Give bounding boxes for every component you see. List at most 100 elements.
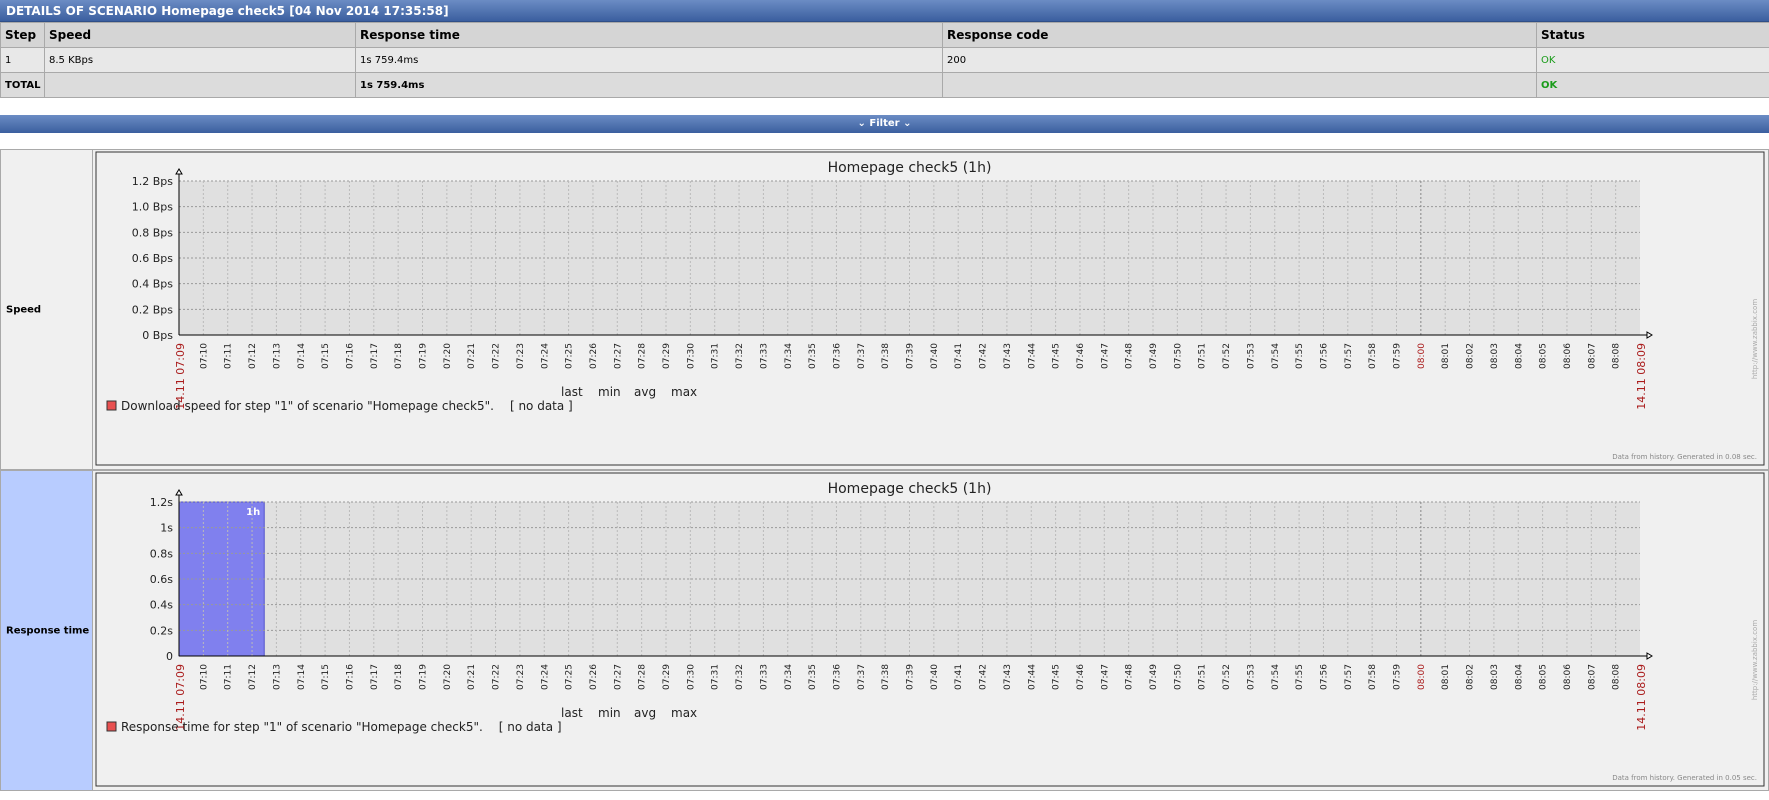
x-tick-label: 07:51	[1198, 664, 1208, 690]
x-tick-label: 07:27	[613, 664, 623, 690]
x-tick-label: 07:28	[638, 664, 648, 690]
x-tick-label: 07:27	[613, 343, 623, 369]
y-tick-label: 0.4 Bps	[132, 278, 174, 291]
x-tick-label: 08:02	[1466, 664, 1476, 690]
x-tick-label: 07:13	[272, 664, 282, 690]
speed-graph[interactable]: Homepage check5 (1h) 0 Bps 0.2 Bps 0.4 Bps 0…	[93, 150, 1768, 469]
x-tick-label: 07:15	[321, 664, 331, 690]
x-tick-label: 07:10	[199, 664, 209, 690]
column-header-status: Status	[1536, 22, 1769, 48]
x-tick-label: 08:04	[1514, 343, 1524, 369]
x-tick-label: 07:41	[954, 343, 964, 369]
x-tick-label: 07:37	[857, 664, 867, 690]
graph-row-speed: Speed Homepage check5 (1h) 0 Bps 0.2 Bps 0.…	[0, 149, 1769, 470]
x-tick-label: 07:26	[589, 343, 599, 369]
legend-header-min: min	[598, 706, 621, 720]
x-tick-label: 07:35	[808, 343, 818, 369]
response-time-graph-container[interactable]: Homepage check5 (1h) 1h 0 0.2s 0.4s 0.6s 0.8s 1…	[93, 471, 1768, 790]
x-tick-label: 07:29	[662, 343, 672, 369]
x-tick-label: 08:01	[1441, 664, 1451, 690]
x-tick-label: 07:52	[1222, 343, 1232, 369]
x-tick-label: 08:04	[1514, 664, 1524, 690]
legend-swatch	[106, 721, 117, 732]
legend-header-avg: avg	[634, 385, 656, 399]
x-tick-label: 07:34	[784, 664, 794, 690]
cell-response-time: 1s 759.4ms	[355, 47, 943, 73]
x-tick-label: 07:33	[759, 343, 769, 369]
x-tick-label: 07:14	[297, 343, 307, 369]
x-tick-label: 07:18	[394, 664, 404, 690]
x-tick-label: 08:01	[1441, 343, 1451, 369]
filter-label: ⌄ Filter ⌄	[857, 118, 912, 129]
x-tick-label: 07:36	[832, 343, 842, 369]
filter-toggle[interactable]: ⌄ Filter ⌄	[0, 115, 1769, 133]
x-tick-label: 08:00	[1417, 664, 1427, 690]
table-header-row: Step Speed Response time Response code S…	[0, 22, 1769, 48]
x-tick-label: 07:23	[516, 343, 526, 369]
x-tick-label: 07:29	[662, 664, 672, 690]
legend-header-avg: avg	[634, 706, 656, 720]
x-tick-label: 07:51	[1198, 343, 1208, 369]
x-tick-label: 07:59	[1393, 664, 1403, 690]
x-tick-label: 07:30	[686, 343, 696, 369]
x-tick-label: 08:06	[1563, 343, 1573, 369]
x-tick-label: 07:39	[906, 343, 916, 369]
scenario-details-header: DETAILS OF SCENARIO Homepage check5 [04 …	[0, 0, 1769, 22]
x-tick-label: 07:28	[638, 343, 648, 369]
legend-no-data: [ no data ]	[499, 720, 562, 734]
cell-speed: 8.5 KBps	[44, 47, 356, 73]
x-tick-label: 07:30	[686, 664, 696, 690]
x-tick-label: 07:54	[1271, 664, 1281, 690]
x-tick-label: 07:49	[1149, 343, 1159, 369]
x-tick-label: 07:20	[443, 664, 453, 690]
legend-header-last: last	[561, 385, 583, 399]
x-tick-label: 07:11	[224, 664, 234, 690]
x-tick-label: 07:45	[1052, 664, 1062, 690]
x-tick-label: 07:12	[248, 664, 258, 690]
graph-watermark: http://www.zabbix.com	[1751, 299, 1759, 379]
x-tick-label: 07:31	[711, 343, 721, 369]
column-header-response-time: Response time	[355, 22, 943, 48]
response-time-graph[interactable]: Homepage check5 (1h) 1h 0 0.2s 0.4s 0.6s 0.8s 1…	[93, 471, 1768, 790]
x-tick-label: 07:25	[565, 664, 575, 690]
x-tick-label: 07:24	[540, 343, 550, 369]
y-tick-label: 0.8s	[150, 547, 173, 560]
x-tick-label: 08:05	[1539, 343, 1549, 369]
x-tick-label: 07:21	[467, 664, 477, 690]
x-tick-label: 07:50	[1173, 664, 1183, 690]
y-tick-label: 1.0 Bps	[132, 201, 174, 214]
x-tick-label: 07:57	[1344, 664, 1354, 690]
x-tick-label: 07:44	[1027, 343, 1037, 369]
total-response-code-empty	[942, 72, 1537, 98]
x-tick-label: 07:21	[467, 343, 477, 369]
x-tick-label: 07:42	[979, 343, 989, 369]
x-tick-label: 08:08	[1612, 664, 1622, 690]
x-tick-label: 07:56	[1319, 664, 1329, 690]
column-header-speed: Speed	[44, 22, 356, 48]
x-tick-label: 07:46	[1076, 343, 1086, 369]
x-tick-label: 08:03	[1490, 664, 1500, 690]
page-title: DETAILS OF SCENARIO Homepage check5 [04 …	[6, 4, 449, 18]
speed-graph-container[interactable]: Homepage check5 (1h) 0 Bps 0.2 Bps 0.4 Bps 0…	[93, 150, 1768, 469]
y-tick-label: 1.2 Bps	[132, 175, 174, 188]
x-tick-label: 07:53	[1246, 343, 1256, 369]
x-tick-label: 07:35	[808, 664, 818, 690]
x-tick-label: 07:34	[784, 343, 794, 369]
table-total-row: TOTAL 1s 759.4ms OK	[0, 72, 1769, 98]
x-tick-label: 07:13	[272, 343, 282, 369]
x-tick-label: 08:06	[1563, 664, 1573, 690]
x-tick-label: 07:36	[832, 664, 842, 690]
x-tick-label: 07:32	[735, 343, 745, 369]
table-row: 1 8.5 KBps 1s 759.4ms 200 OK	[0, 47, 1769, 73]
x-tick-label: 07:11	[224, 343, 234, 369]
total-speed-empty	[44, 72, 356, 98]
y-tick-label: 0 Bps	[142, 329, 173, 342]
legend-swatch	[106, 400, 117, 411]
x-tick-label: 07:50	[1173, 343, 1183, 369]
x-tick-label: 07:52	[1222, 664, 1232, 690]
x-tick-label: 07:45	[1052, 343, 1062, 369]
x-tick-label: 07:22	[492, 343, 502, 369]
legend-text: Response time for step "1" of scenario "…	[121, 720, 483, 734]
y-tick-label: 0.6s	[150, 573, 173, 586]
x-tick-label: 07:10	[199, 343, 209, 369]
